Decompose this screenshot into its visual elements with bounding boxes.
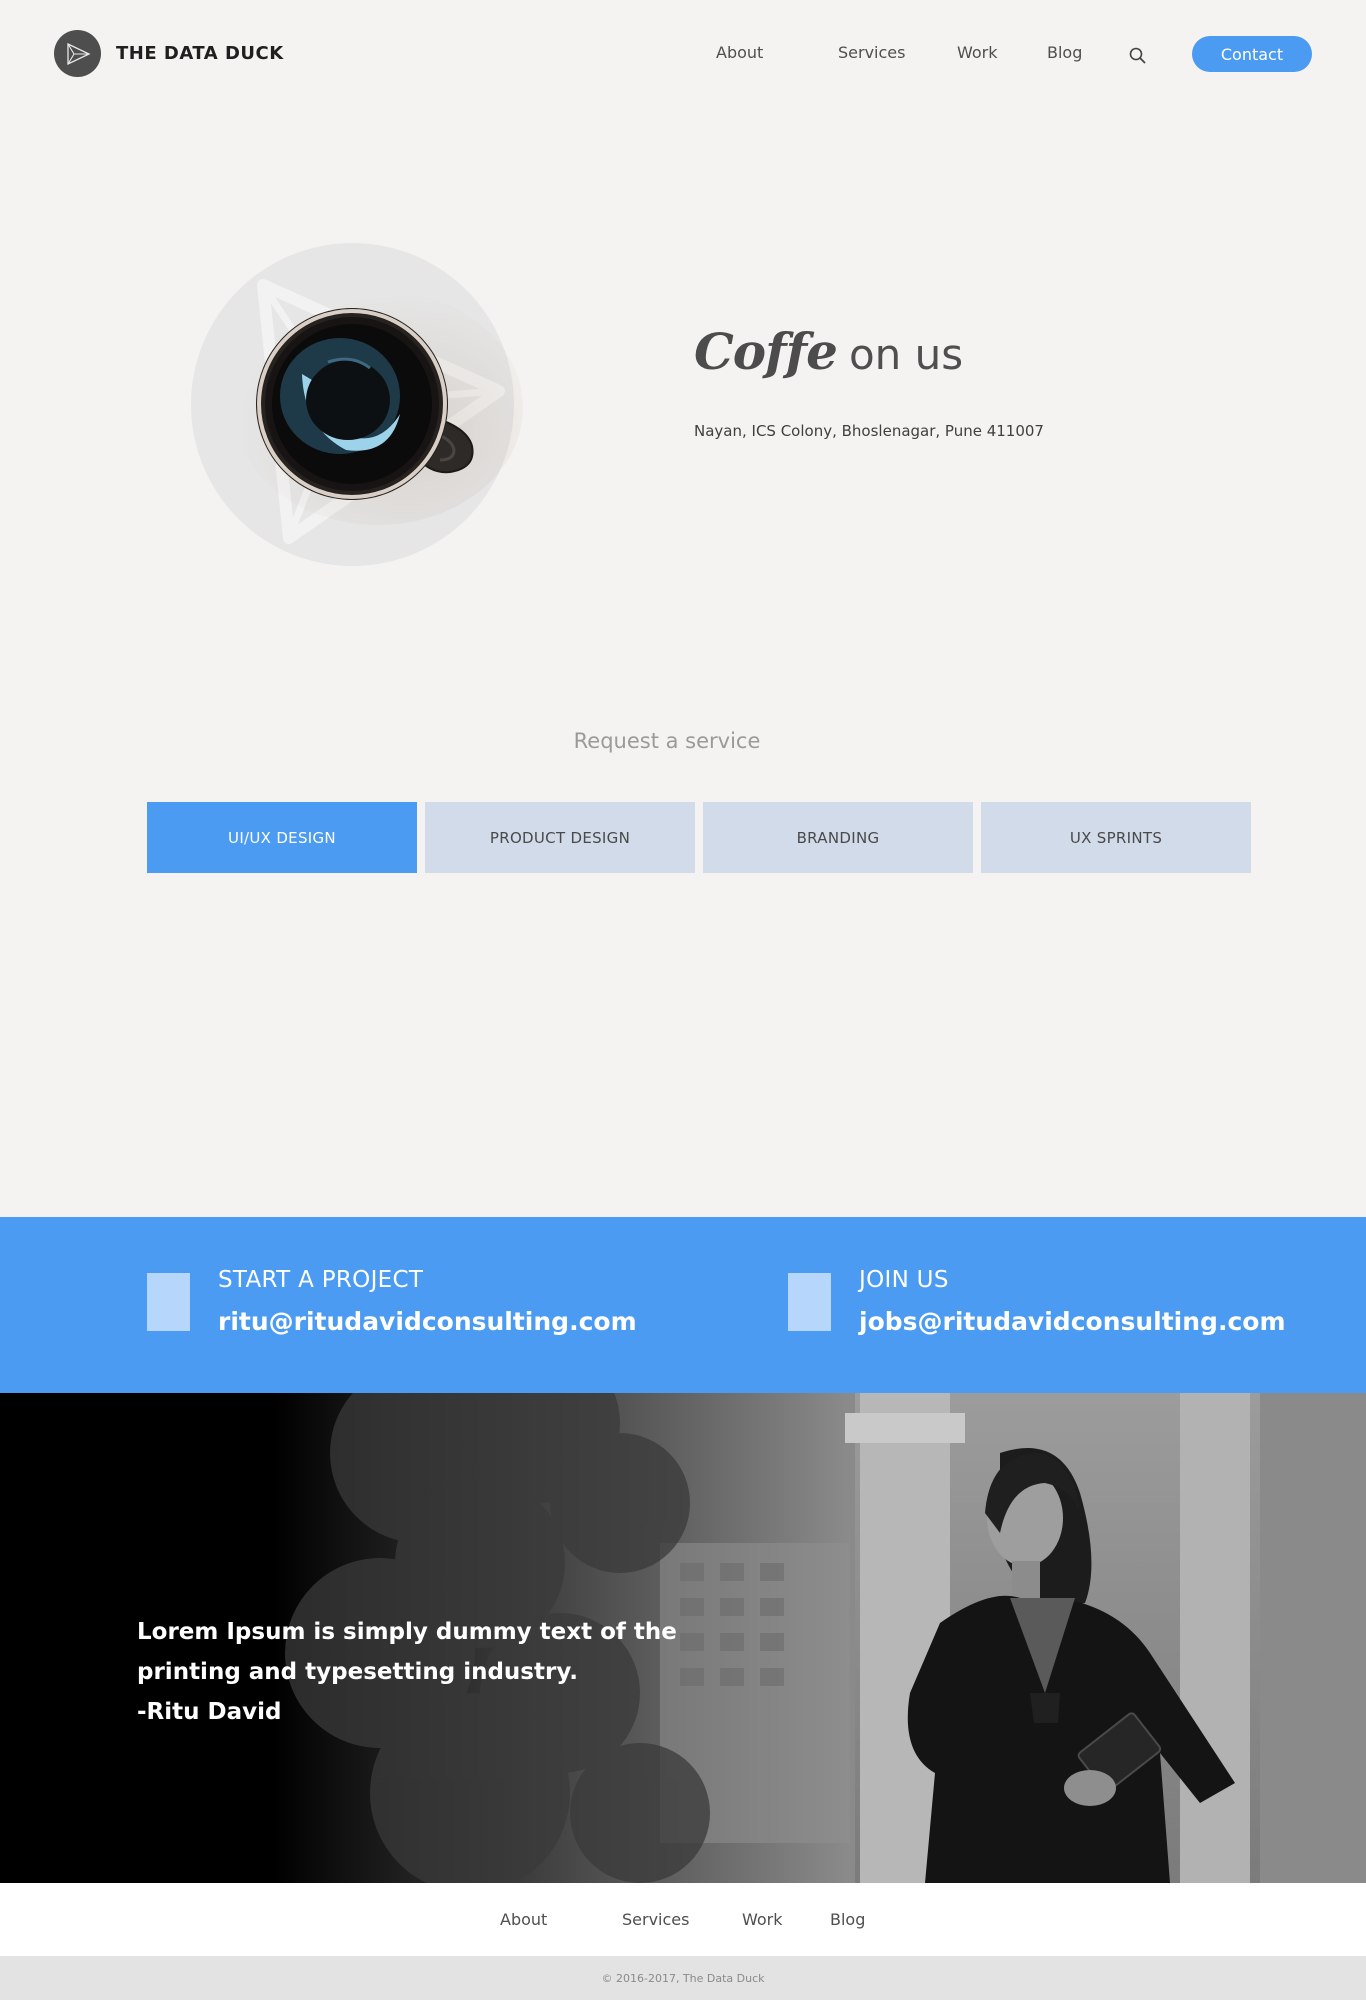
testimonial-quote: Lorem Ipsum is simply dummy text of the … — [137, 1612, 697, 1732]
start-project-icon — [147, 1273, 190, 1331]
hero-title-rest: on us — [848, 330, 964, 379]
nav-work[interactable]: Work — [957, 43, 998, 62]
contact-band: START A PROJECT ritu@ritudavidconsulting… — [0, 1217, 1366, 1393]
tab-ui-ux-design[interactable]: UI/UX DESIGN — [147, 802, 417, 873]
coffee-cup-image — [240, 296, 490, 506]
nav-services[interactable]: Services — [838, 43, 905, 62]
join-us-email[interactable]: jobs@ritudavidconsulting.com — [859, 1307, 1286, 1336]
quote-line-2: printing and typesetting industry. — [137, 1659, 578, 1685]
brand-name: THE DATA DUCK — [116, 43, 284, 64]
nav-about[interactable]: About — [716, 43, 763, 62]
footer-nav: About Services Work Blog — [0, 1883, 1366, 1956]
footer-nav-services[interactable]: Services — [622, 1910, 689, 1929]
footer-nav-about[interactable]: About — [500, 1910, 547, 1929]
site-header: THE DATA DUCK About Services Work Blog C… — [0, 0, 1366, 108]
quote-line-1: Lorem Ipsum is simply dummy text of the — [137, 1619, 677, 1645]
nav-blog[interactable]: Blog — [1047, 43, 1082, 62]
hero-title: Coffe on us — [694, 322, 963, 381]
paper-plane-icon — [54, 30, 101, 77]
copyright-bar: © 2016-2017, The Data Duck — [0, 1956, 1366, 2000]
hero-address: Nayan, ICS Colony, Bhoslenagar, Pune 411… — [694, 422, 1044, 440]
copyright-text: © 2016-2017, The Data Duck — [601, 1972, 765, 1985]
tab-branding[interactable]: BRANDING — [703, 802, 973, 873]
tab-ux-sprints[interactable]: UX SPRINTS — [981, 802, 1251, 873]
quote-author: -Ritu David — [137, 1699, 282, 1725]
join-us-icon — [788, 1273, 831, 1331]
hero-title-script: Coffe — [694, 322, 838, 381]
contact-button[interactable]: Contact — [1192, 36, 1312, 72]
join-us-label: JOIN US — [859, 1267, 949, 1293]
search-icon[interactable] — [1128, 46, 1148, 66]
testimonial-section: Lorem Ipsum is simply dummy text of the … — [0, 1393, 1366, 1883]
start-project-label: START A PROJECT — [218, 1267, 424, 1293]
footer-nav-work[interactable]: Work — [742, 1910, 783, 1929]
tab-product-design[interactable]: PRODUCT DESIGN — [425, 802, 695, 873]
brand-logo[interactable]: THE DATA DUCK — [54, 30, 284, 77]
footer-nav-blog[interactable]: Blog — [830, 1910, 865, 1929]
start-project-email[interactable]: ritu@ritudavidconsulting.com — [218, 1307, 637, 1336]
request-service-title: Request a service — [573, 729, 761, 753]
